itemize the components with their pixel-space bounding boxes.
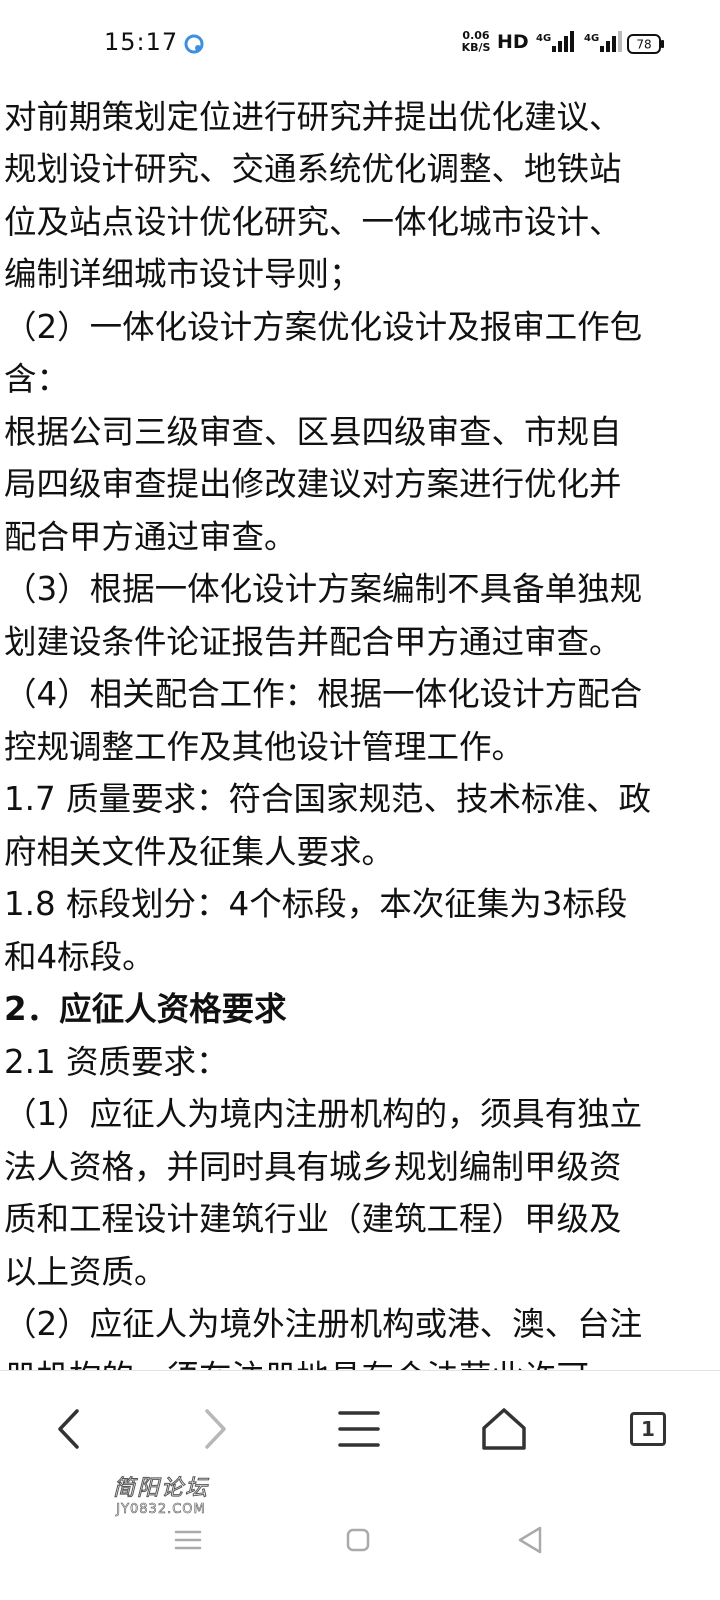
article-line: （2）一体化设计方案优化设计及报审工作包 bbox=[4, 307, 643, 346]
browser-screen: 15:17 0.06 KB/S HD 4G 4G 78 对前期策划定位进行研究并… bbox=[0, 0, 720, 1600]
network-speed-unit: KB/S bbox=[461, 41, 491, 54]
tabs-button[interactable]: 1 bbox=[616, 1397, 680, 1461]
article-line: 府相关文件及征集人要求。 bbox=[4, 832, 395, 871]
article-line: 含： bbox=[4, 360, 70, 398]
article-line: 1.7 质量要求：符合国家规范、技术标准、政 bbox=[4, 780, 652, 818]
chevron-left-icon bbox=[58, 1409, 79, 1449]
article-line: （2）应征人为境外注册机构或港、澳、台注 bbox=[4, 1305, 643, 1343]
signal-strength-icon: 4G bbox=[584, 31, 622, 52]
article-line: 和4标段。 bbox=[4, 937, 155, 976]
signal-strength-icon: 4G bbox=[536, 31, 574, 52]
watermark-title: 简阳论坛 bbox=[112, 1476, 209, 1502]
forward-button[interactable] bbox=[182, 1397, 246, 1461]
system-back-button[interactable] bbox=[508, 1518, 552, 1562]
back-button[interactable] bbox=[38, 1397, 102, 1461]
menu-button[interactable] bbox=[327, 1397, 391, 1461]
forum-watermark: 简阳论坛 JY0832.COM bbox=[106, 1476, 216, 1518]
article-line: 局四级审查提出修改建议对方案进行优化并 bbox=[4, 465, 622, 503]
tab-count: 1 bbox=[630, 1412, 666, 1446]
home-icon bbox=[482, 1408, 526, 1450]
article-line: 以上资质。 bbox=[4, 1252, 167, 1291]
article-content: （1）TOD一体化设计方案工作包含：对前期策划定位进行研究并提出优化建议、规划设… bbox=[4, 38, 716, 1370]
article-line: 控规调整工作及其他设计管理工作。 bbox=[4, 727, 525, 766]
section-heading: 2．应征人资格要求 bbox=[4, 990, 287, 1028]
signal-network-label: 4G bbox=[584, 33, 599, 44]
status-time: 15:17 bbox=[104, 28, 179, 56]
hd-indicator: HD bbox=[497, 31, 529, 53]
triangle-back-icon bbox=[518, 1526, 542, 1554]
article-line: 1.8 标段划分：4个标段，本次征集为3标段 bbox=[4, 885, 628, 923]
article-line: 2.1 资质要求： bbox=[4, 1042, 229, 1081]
article-line: （4）相关配合工作：根据一体化设计方配合 bbox=[4, 675, 643, 713]
watermark-url: JY0832.COM bbox=[116, 1502, 206, 1518]
article-line: 册机构的，须在注册地具有合法营业许可， bbox=[4, 1351, 716, 1371]
app-notification-icon bbox=[184, 34, 204, 54]
signal-network-label: 4G bbox=[536, 33, 551, 44]
hamburger-menu-icon bbox=[338, 1411, 380, 1447]
chevron-right-icon bbox=[205, 1409, 226, 1449]
article-line: 配合甲方通过审查。 bbox=[4, 517, 297, 556]
system-home-button[interactable] bbox=[336, 1518, 380, 1562]
article-line: 对前期策划定位进行研究并提出优化建议、 bbox=[4, 97, 622, 136]
battery-level: 78 bbox=[636, 38, 651, 52]
square-home-icon bbox=[346, 1528, 370, 1552]
recent-apps-icon bbox=[174, 1530, 202, 1550]
status-bar: 15:17 0.06 KB/S HD 4G 4G 78 bbox=[0, 0, 720, 88]
home-button[interactable] bbox=[472, 1397, 536, 1461]
network-speed: 0.06 KB/S bbox=[458, 30, 494, 54]
recent-apps-button[interactable] bbox=[166, 1518, 210, 1562]
article-line: 法人资格，并同时具有城乡规划编制甲级资 bbox=[4, 1147, 622, 1186]
battery-icon: 78 bbox=[627, 34, 664, 54]
article-line: （3）根据一体化设计方案编制不具备单独规 bbox=[4, 570, 643, 608]
article-line: （1）应征人为境内注册机构的，须具有独立 bbox=[4, 1095, 643, 1133]
browser-toolbar: 1 bbox=[0, 1370, 720, 1489]
article-line: 编制详细城市设计导则； bbox=[4, 255, 362, 293]
article-line: 根据公司三级审查、区县四级审查、市规自 bbox=[4, 412, 622, 451]
article-line: 规划设计研究、交通系统优化调整、地铁站 bbox=[4, 150, 622, 188]
article-line: 位及站点设计优化研究、一体化城市设计、 bbox=[4, 202, 622, 241]
article-line: 质和工程设计建筑行业（建筑工程）甲级及 bbox=[4, 1200, 622, 1238]
article-line: 划建设条件论证报告并配合甲方通过审查。 bbox=[4, 622, 622, 661]
